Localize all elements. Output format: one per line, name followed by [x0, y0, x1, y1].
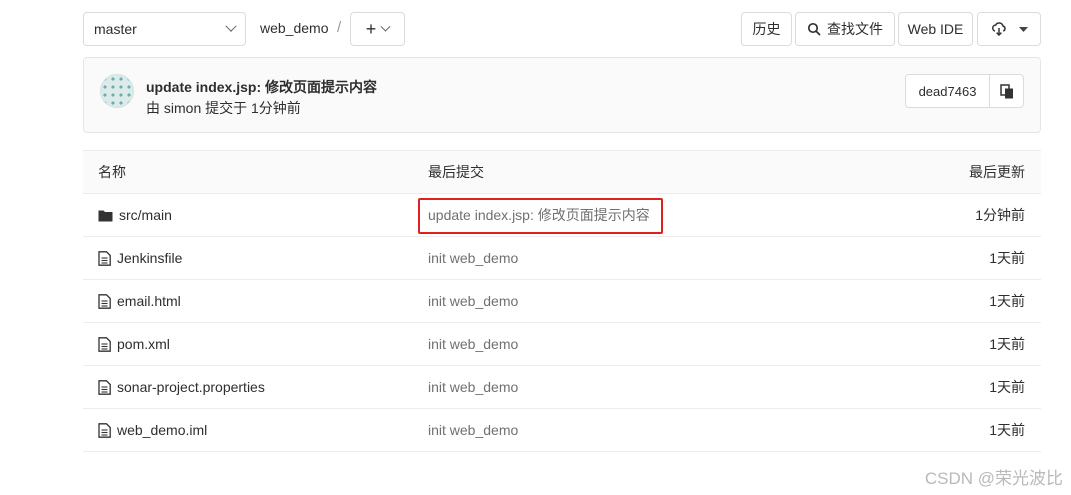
- row-updated: 1天前: [989, 379, 1025, 395]
- table-header: 名称 最后提交 最后更新: [83, 150, 1041, 194]
- copy-icon: [999, 83, 1013, 98]
- history-label: 历史: [752, 21, 781, 37]
- web-ide-label: Web IDE: [907, 21, 964, 37]
- row-name[interactable]: web_demo.iml: [117, 422, 207, 438]
- row-name-cell[interactable]: email.html: [98, 293, 181, 309]
- chevron-down-icon: [380, 21, 391, 32]
- download-dropdown-button[interactable]: [977, 12, 1041, 46]
- add-dropdown-button[interactable]: +: [350, 12, 405, 46]
- file-icon: [98, 422, 111, 438]
- header-last-commit: 最后提交: [428, 164, 484, 180]
- row-name-cell[interactable]: web_demo.iml: [98, 422, 207, 438]
- commit-meta: 由 simon 提交于 1分钟前: [146, 100, 301, 116]
- row-commit[interactable]: init web_demo: [428, 250, 518, 266]
- web-ide-button[interactable]: Web IDE: [898, 12, 973, 46]
- row-updated: 1分钟前: [975, 207, 1025, 223]
- row-name-cell[interactable]: sonar-project.properties: [98, 379, 265, 395]
- plus-icon: +: [365, 19, 377, 39]
- branch-select-value: master: [94, 21, 137, 37]
- table-row[interactable]: sonar-project.properties init web_demo 1…: [83, 366, 1041, 409]
- table-row[interactable]: email.html init web_demo 1天前: [83, 280, 1041, 323]
- row-name[interactable]: email.html: [117, 293, 181, 309]
- row-commit[interactable]: init web_demo: [428, 293, 518, 309]
- row-commit[interactable]: init web_demo: [428, 336, 518, 352]
- search-icon: [807, 22, 821, 36]
- row-updated: 1天前: [989, 336, 1025, 352]
- copy-sha-button[interactable]: [990, 75, 1023, 107]
- folder-icon: [98, 210, 113, 221]
- file-icon: [98, 379, 111, 395]
- row-updated: 1天前: [989, 422, 1025, 438]
- row-name[interactable]: src/main: [119, 207, 172, 223]
- row-name-cell[interactable]: src/main: [98, 207, 172, 223]
- breadcrumb-project[interactable]: web_demo: [260, 20, 329, 36]
- file-icon: [98, 336, 111, 352]
- header-name: 名称: [98, 164, 126, 180]
- highlight-box: [418, 198, 663, 234]
- table-row[interactable]: pom.xml init web_demo 1天前: [83, 323, 1041, 366]
- file-tree-table: 名称 最后提交 最后更新 src/main update index.jsp: …: [83, 150, 1041, 452]
- branch-select[interactable]: master: [83, 12, 246, 46]
- header-last-update: 最后更新: [969, 164, 1025, 180]
- row-commit[interactable]: init web_demo: [428, 422, 518, 438]
- row-updated: 1天前: [989, 293, 1025, 309]
- row-name[interactable]: sonar-project.properties: [117, 379, 265, 395]
- chevron-down-icon: [225, 20, 237, 32]
- find-file-button[interactable]: 查找文件: [795, 12, 895, 46]
- commit-title[interactable]: update index.jsp: 修改页面提示内容: [146, 77, 377, 97]
- breadcrumb-separator: /: [337, 19, 342, 36]
- commit-sha[interactable]: dead7463: [906, 75, 990, 107]
- avatar[interactable]: [100, 74, 134, 108]
- cloud-download-icon: [991, 22, 1006, 36]
- row-commit[interactable]: init web_demo: [428, 379, 518, 395]
- table-row[interactable]: web_demo.iml init web_demo 1天前: [83, 409, 1041, 452]
- find-file-label: 查找文件: [827, 21, 883, 37]
- row-name[interactable]: Jenkinsfile: [117, 250, 182, 266]
- row-name[interactable]: pom.xml: [117, 336, 170, 352]
- row-name-cell[interactable]: Jenkinsfile: [98, 250, 182, 266]
- commit-sha-group: dead7463: [905, 74, 1024, 108]
- caret-down-icon: [1018, 26, 1028, 32]
- row-name-cell[interactable]: pom.xml: [98, 336, 170, 352]
- history-button[interactable]: 历史: [741, 12, 792, 46]
- table-row[interactable]: src/main update index.jsp: 修改页面提示内容 1分钟前: [83, 194, 1041, 237]
- file-icon: [98, 293, 111, 309]
- table-row[interactable]: Jenkinsfile init web_demo 1天前: [83, 237, 1041, 280]
- file-icon: [98, 250, 111, 266]
- watermark: CSDN @荣光波比: [924, 469, 1063, 488]
- row-updated: 1天前: [989, 250, 1025, 266]
